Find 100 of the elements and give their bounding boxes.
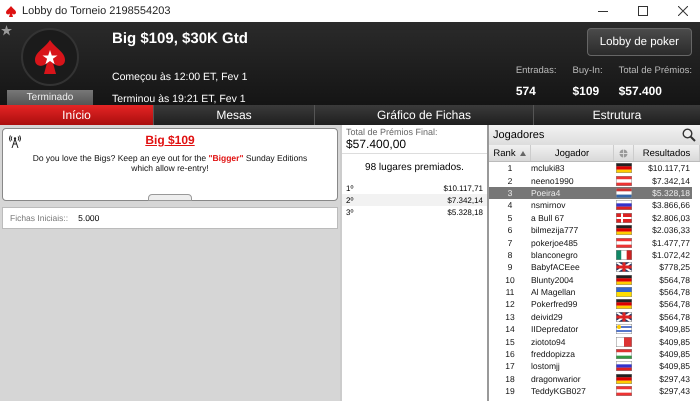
flag-icon [616, 200, 632, 210]
result-cell-text: $2.806,03 [651, 212, 691, 223]
flag-icon [616, 386, 632, 396]
result-cell-text: $778,25 [658, 262, 691, 272]
poker-lobby-button[interactable]: Lobby de poker [586, 28, 692, 56]
player-name: pokerjoe485 [531, 238, 579, 248]
stat-label: Buy-In: [572, 65, 603, 76]
player-name: mcluki83 [531, 163, 566, 174]
player-name: nsmirnov [531, 200, 566, 210]
result-cell-text: $7.342,14 [651, 176, 691, 186]
player-name: Poeira4 [531, 188, 562, 198]
result-cell-text: $409,85 [658, 361, 691, 372]
rank-cell-text: 18 [504, 374, 516, 384]
result-cell-text: $1.477,77 [651, 238, 691, 248]
prize-pool-total: $57.400,00 [346, 137, 408, 151]
result-cell-text: $5.328,18 [651, 188, 691, 198]
flag-icon [616, 212, 632, 223]
flag-icon [616, 225, 632, 236]
rank-cell-text: 14 [504, 324, 516, 334]
result-cell-text: $3.866,66 [651, 200, 691, 210]
flag-icon [616, 163, 632, 174]
flag-icon [616, 299, 632, 310]
tab[interactable]: Mesas [154, 105, 314, 125]
flag-icon [616, 336, 632, 347]
status-label: Terminado [7, 90, 93, 105]
result-cell-text: $409,85 [658, 324, 691, 334]
minimize-icon[interactable] [598, 10, 608, 12]
player-name: Pokerfred99 [531, 299, 578, 310]
player-name: Blunty2004 [531, 274, 575, 285]
prize-place: 3º [346, 208, 354, 216]
stat-value: $57.400 [618, 84, 662, 98]
tournament-name: Big $109, $30K Gtd [112, 30, 249, 47]
flag-icon [616, 262, 632, 272]
flag-icon [616, 274, 632, 285]
result-cell-text: $2.036,33 [651, 225, 691, 236]
result-cell-text: $564,78 [658, 274, 691, 285]
rank-cell-text: 17 [504, 361, 516, 372]
paid-places-text: 98 lugares premiados. [364, 161, 465, 175]
flag-icon [616, 238, 632, 248]
flag-icon [616, 250, 632, 260]
flag-icon [616, 287, 632, 298]
starting-chips-label: Fichas Iniciais:: [10, 213, 68, 223]
column-header[interactable]: Jogador [531, 145, 614, 161]
sort-icon [520, 150, 526, 156]
search-icon[interactable] [682, 128, 696, 142]
player-name: TeddyKGB027 [531, 386, 587, 396]
rank-cell-text: 12 [504, 299, 516, 310]
player-row[interactable]: 3 Poeira4 $5.328,18 [489, 186, 692, 200]
player-name: Al Magellan [531, 287, 576, 298]
close-icon[interactable] [678, 6, 688, 16]
stat-value: 574 [516, 84, 536, 98]
tab[interactable]: Início [0, 105, 153, 125]
broadcast-icon [9, 135, 21, 148]
prize-amount: $5.328,18 [447, 208, 483, 216]
prize-amount: $10.117,71 [444, 184, 483, 192]
column-header[interactable]: Resultados [634, 145, 700, 161]
flag-icon [616, 349, 632, 360]
player-name: deivid29 [531, 312, 564, 322]
flag-icon [616, 374, 632, 384]
maximize-icon[interactable] [638, 6, 648, 16]
player-name: blanconegro [531, 250, 579, 260]
spade-logo-icon [35, 40, 65, 74]
result-cell-text: $564,78 [658, 312, 691, 322]
prize-place: 2º [346, 196, 354, 204]
flag-icon [616, 312, 632, 322]
player-name: ziototo94 [531, 336, 566, 347]
rank-cell-text: 6 [506, 225, 514, 236]
column-header[interactable]: Rank [489, 145, 531, 161]
start-time: Começou às 12:00 ET, Fev 1 [112, 71, 248, 83]
rank-cell-text: 10 [504, 274, 516, 285]
result-cell-text: $564,78 [658, 299, 691, 310]
player-name: lostomjj [531, 361, 561, 372]
announcement-title[interactable]: Big $109 [145, 133, 195, 147]
tab[interactable]: Gráfico de Fichas [315, 105, 533, 125]
result-cell-text: $1.072,42 [651, 250, 691, 260]
star-icon [1, 25, 12, 36]
flag-icon [616, 361, 632, 372]
stat-label: Entradas: [516, 65, 556, 76]
tab[interactable]: Estrutura [534, 105, 700, 125]
rank-cell-text: 19 [504, 386, 516, 396]
result-cell-text: $409,85 [658, 349, 691, 360]
rank-cell-text: 15 [504, 336, 516, 347]
rank-cell-text: 8 [506, 250, 514, 260]
stat-label: Total de Prémios: [618, 65, 692, 76]
player-name: neeno1990 [531, 176, 575, 186]
rank-cell-text: 3 [506, 188, 514, 198]
result-cell-text: $564,78 [658, 287, 691, 298]
flag-icon [616, 188, 632, 198]
prize-amount: $7.342,14 [447, 196, 483, 204]
player-name: dragonwarior [531, 374, 582, 384]
starting-chips-value: 5.000 [78, 213, 100, 223]
result-cell-text: $409,85 [658, 336, 691, 347]
rank-cell-text: 5 [506, 212, 514, 223]
player-name: a Bull 67 [531, 212, 566, 223]
end-time: Terminou às 19:21 ET, Fev 1 [112, 93, 247, 105]
prize-place: 1º [346, 184, 354, 192]
window-title: Lobby do Torneio 2198554203 [22, 5, 170, 17]
flag-icon [616, 176, 632, 186]
prize-pool-label: Total de Prémios Final: [346, 127, 439, 137]
result-cell-text: $10.117,71 [647, 163, 691, 174]
